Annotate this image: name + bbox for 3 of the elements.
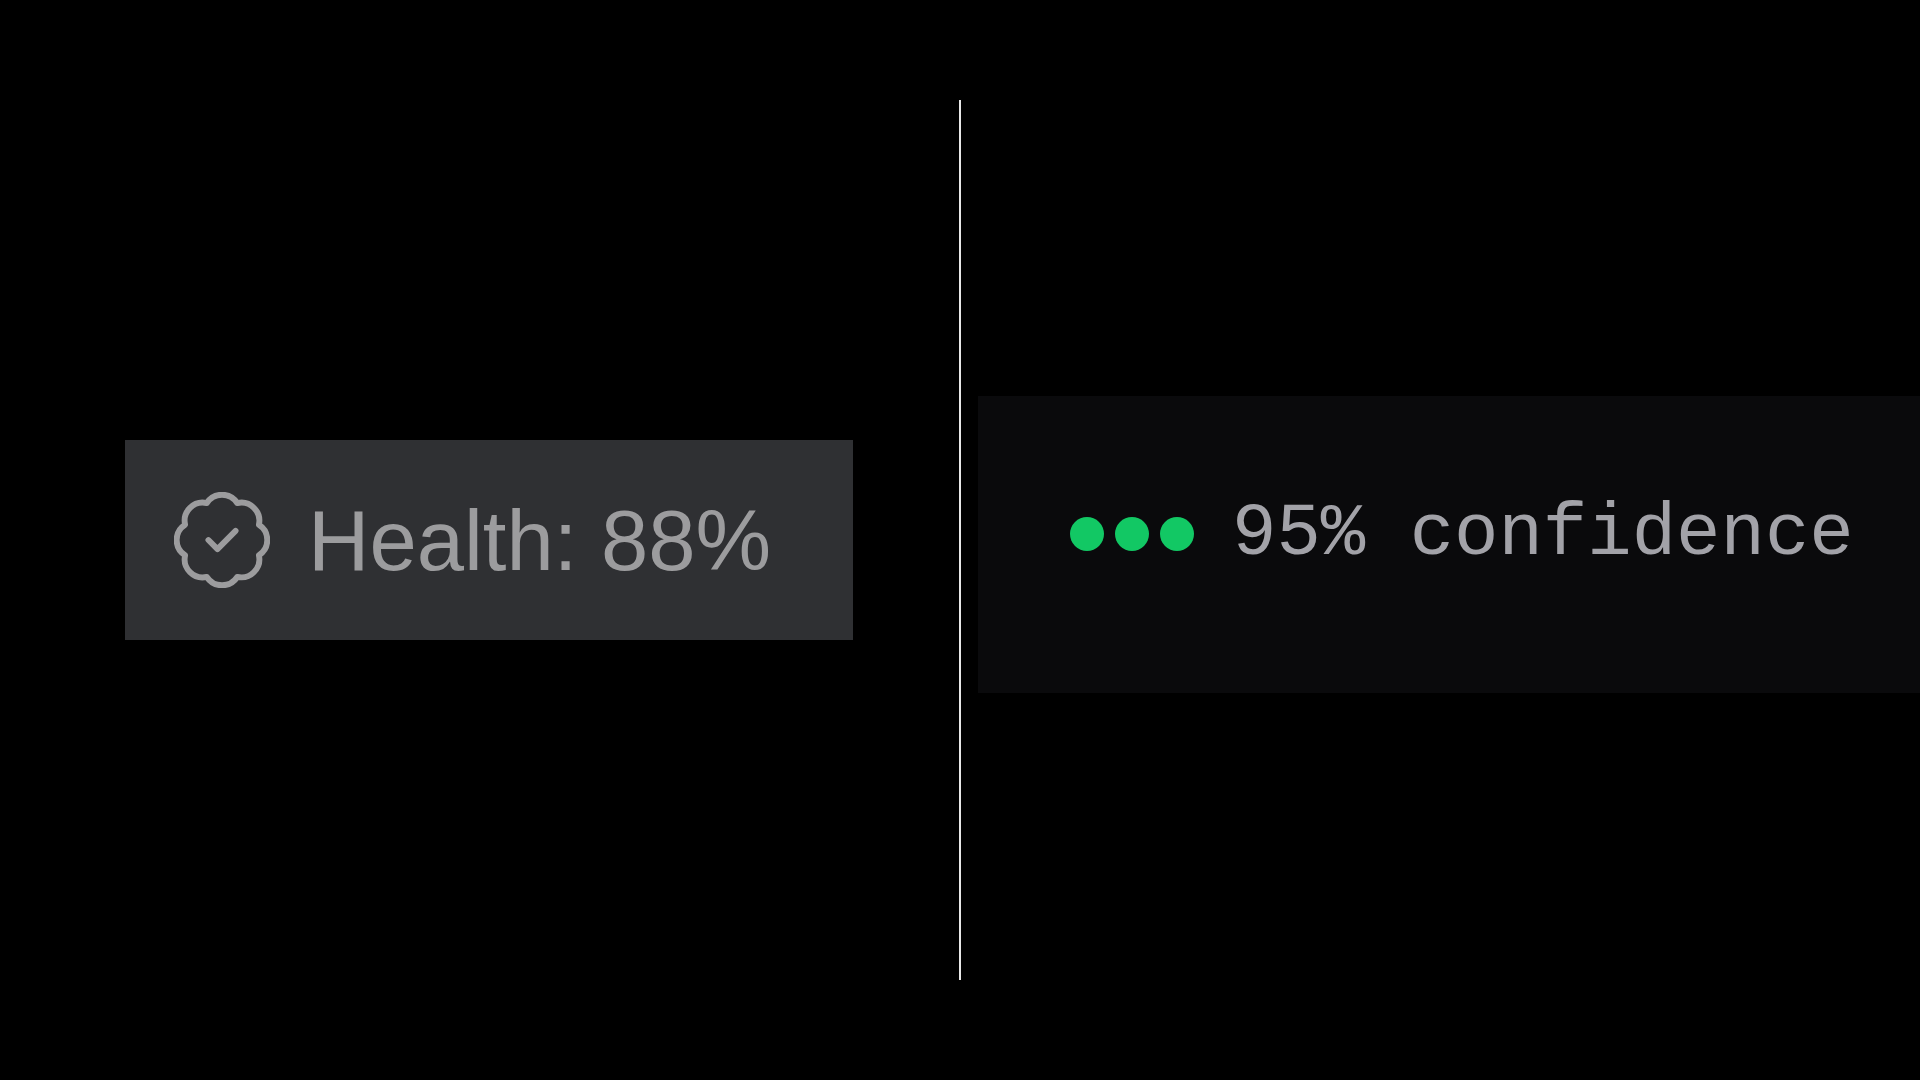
health-label: Health: 88% (308, 497, 772, 583)
confidence-label: 95% confidence (1232, 497, 1854, 571)
badge-check-icon (174, 492, 270, 588)
